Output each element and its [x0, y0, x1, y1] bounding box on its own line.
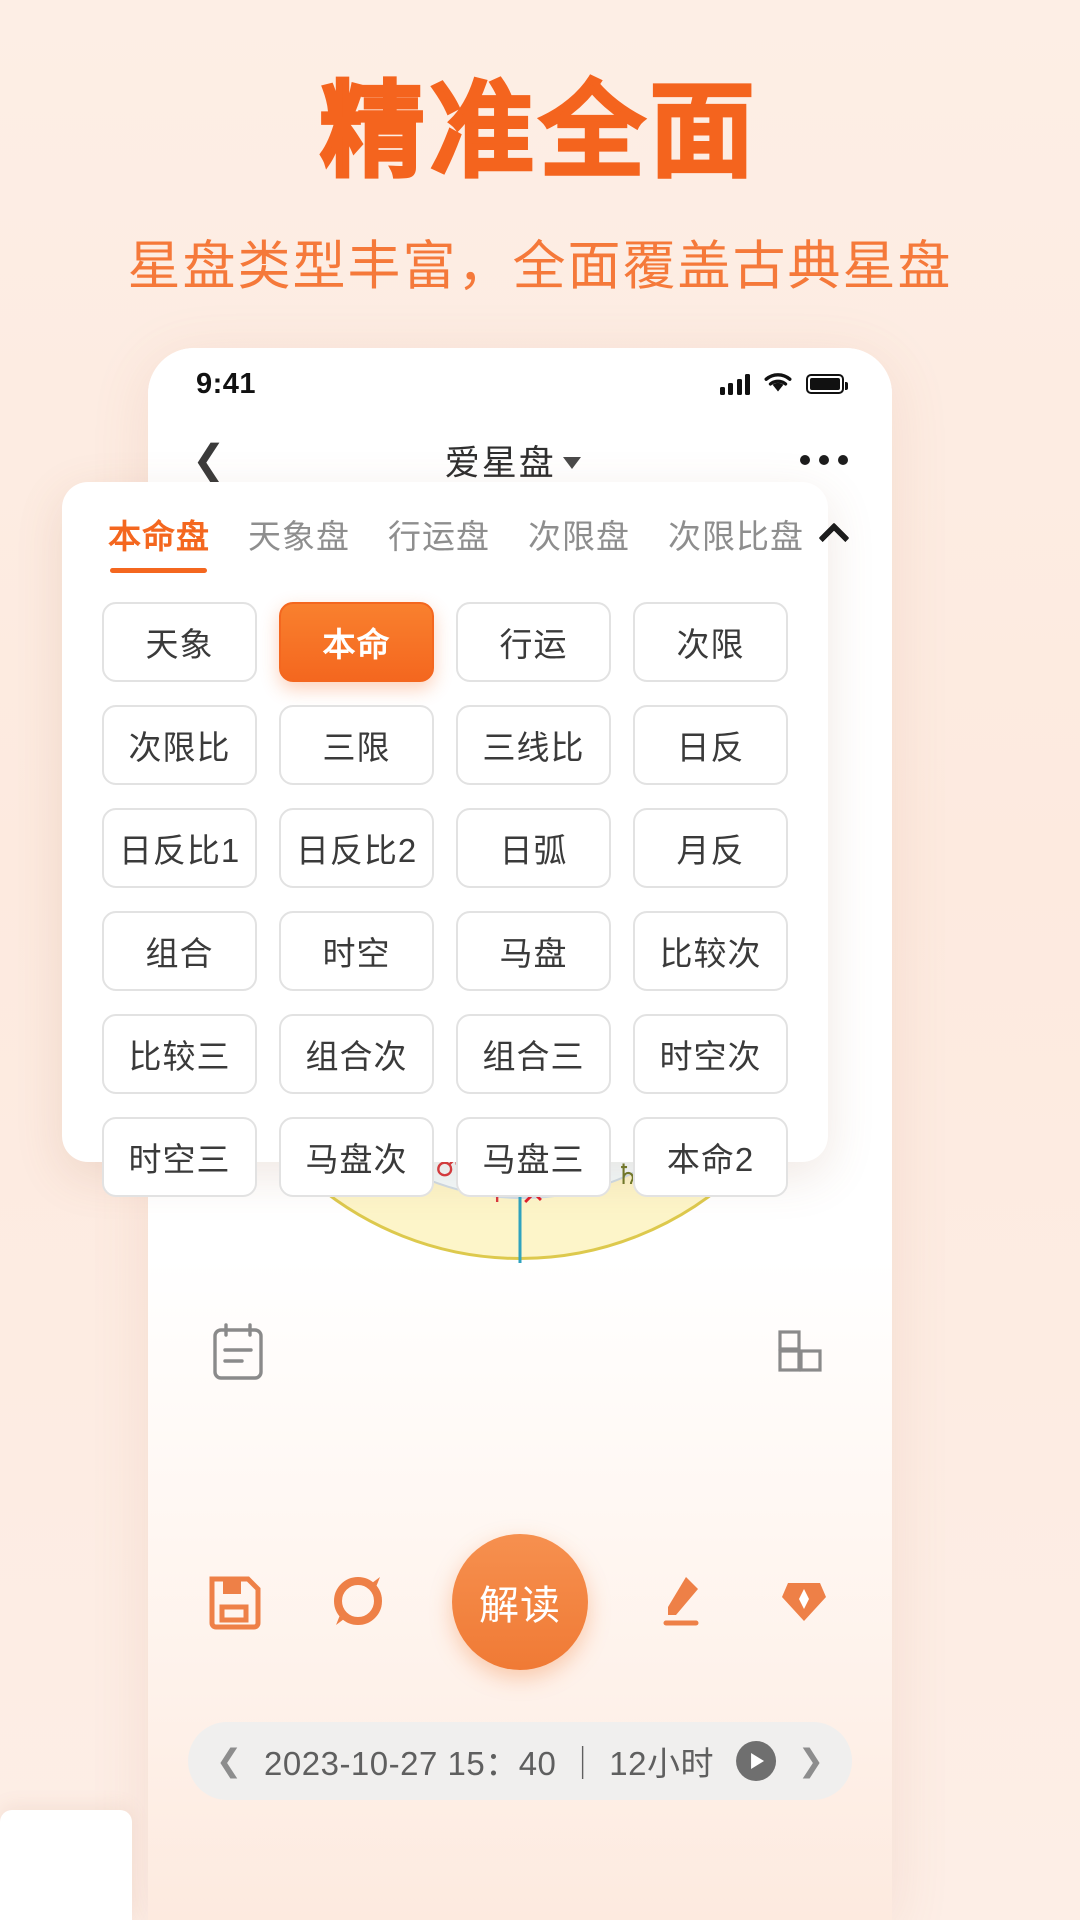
status-time: 9:41 — [196, 367, 257, 400]
page-subtitle: 星盘类型丰富，全面覆盖古典星盘 — [127, 237, 953, 297]
tab-xingyunpan[interactable]: 行运盘 — [369, 510, 509, 558]
bottom-action-bar: 解读 — [148, 1512, 892, 1692]
gem-icon[interactable] — [774, 1571, 836, 1633]
chart-type-cell[interactable]: 本命2 — [633, 1117, 788, 1197]
chart-type-cell[interactable]: 比较三 — [102, 1014, 257, 1094]
chart-type-label: 马盘次 — [305, 1141, 408, 1178]
chart-type-cell[interactable]: 三线比 — [456, 705, 611, 785]
chart-type-label: 组合 — [145, 935, 214, 972]
pen-icon[interactable] — [650, 1571, 712, 1633]
triangle-down-icon — [562, 456, 581, 469]
tab-bencepan[interactable]: 本命盘 — [94, 510, 229, 573]
chart-type-tabs: 本命盘 天象盘 行运盘 次限盘 次限比盘 — [94, 482, 850, 580]
chart-type-cell[interactable]: 比较次 — [633, 911, 788, 991]
chart-type-cell[interactable]: 组合次 — [279, 1014, 434, 1094]
chart-type-label: 马盘三 — [482, 1141, 585, 1178]
chart-type-label: 天象 — [145, 626, 214, 663]
chart-type-label: 组合次 — [305, 1038, 408, 1075]
promo-header: 精准全面 星盘类型丰富，全面覆盖古典星盘 — [0, 0, 1080, 299]
date-navigator[interactable]: ❮ 2023-10-27 15：40 ｜ 12小时 ❯ — [188, 1722, 852, 1800]
date-prev-button[interactable]: ❮ — [216, 1743, 242, 1779]
chart-type-cell[interactable]: 组合 — [102, 911, 257, 991]
chart-type-label: 三线比 — [482, 729, 585, 766]
chart-type-cell[interactable]: 行运 — [456, 602, 611, 682]
chart-type-label: 行运 — [499, 626, 568, 663]
interpret-button[interactable]: 解读 — [452, 1534, 588, 1670]
chart-type-label: 组合三 — [482, 1038, 585, 1075]
chart-type-cell[interactable]: 日反比2 — [279, 808, 434, 888]
chart-type-cell[interactable]: 次限比 — [102, 705, 257, 785]
battery-full-icon — [806, 374, 848, 394]
app-title: 爱星盘 — [444, 443, 556, 483]
page-title: 精准全面 — [318, 74, 760, 190]
status-icons — [719, 371, 848, 398]
clipboard-list-icon[interactable] — [210, 1322, 266, 1382]
chart-type-label: 本命2 — [666, 1141, 755, 1178]
bar-blocks-icon[interactable] — [774, 1322, 830, 1382]
wifi-icon — [763, 371, 793, 398]
chart-type-cell[interactable]: 时空 — [279, 911, 434, 991]
chart-type-label: 次限比 — [128, 729, 231, 766]
chart-type-label: 三限 — [322, 729, 391, 766]
chart-type-label: 日反 — [676, 729, 745, 766]
chart-type-label: 时空次 — [659, 1038, 762, 1075]
tab-tianxiangpan[interactable]: 天象盘 — [229, 510, 369, 558]
tab-cixianbipan[interactable]: 次限比盘 — [649, 510, 823, 558]
chart-type-cell[interactable]: 马盘次 — [279, 1117, 434, 1197]
chart-type-label: 比较次 — [659, 935, 762, 972]
app-title-dropdown[interactable]: 爱星盘 — [445, 435, 581, 486]
chart-type-cell[interactable]: 组合三 — [456, 1014, 611, 1094]
chart-type-label: 日弧 — [499, 832, 568, 869]
chart-type-cell[interactable]: 时空次 — [633, 1014, 788, 1094]
chart-type-label: 日反比2 — [295, 832, 418, 869]
back-button[interactable]: ❮ — [192, 440, 226, 480]
chart-type-cell[interactable]: 三限 — [279, 705, 434, 785]
compass-icon[interactable] — [328, 1571, 390, 1633]
status-bar: 9:41 — [148, 348, 892, 420]
chart-type-panel: 本命盘 天象盘 行运盘 次限盘 次限比盘 天象 本命 行运 次限次限比 三限 三线比 日反日… — [62, 482, 850, 1197]
chart-type-cell[interactable]: 日反 — [633, 705, 788, 785]
corner-card-decoration — [0, 1810, 132, 1920]
chart-type-label: 比较三 — [128, 1038, 231, 1075]
chart-type-label: 时空 — [322, 935, 391, 972]
collapse-panel-button[interactable] — [818, 512, 850, 556]
chart-type-label: 月反 — [676, 832, 745, 869]
chart-type-cell[interactable]: 日反比1 — [102, 808, 257, 888]
chart-type-label: 时空三 — [128, 1141, 231, 1178]
date-value: 2023-10-27 15：40 ｜ 12小时 — [264, 1745, 714, 1782]
chart-type-cell[interactable]: 天象 — [102, 602, 257, 682]
chart-type-label: 本命 — [322, 626, 391, 663]
chart-type-label: 马盘 — [499, 935, 568, 972]
chart-type-label: 次限 — [676, 626, 745, 663]
chart-type-cell[interactable]: 马盘 — [456, 911, 611, 991]
chart-type-cell[interactable]: 马盘三 — [456, 1117, 611, 1197]
chart-type-cell[interactable]: 时空三 — [102, 1117, 257, 1197]
chart-type-label: 日反比1 — [118, 832, 241, 869]
tab-cixianpan[interactable]: 次限盘 — [509, 510, 649, 558]
more-button[interactable] — [800, 455, 848, 465]
chart-type-cell[interactable]: 月反 — [633, 808, 788, 888]
chevron-up-icon — [818, 522, 850, 554]
chart-type-grid: 天象 本命 行运 次限次限比 三限 三线比 日反日反比1 日反比2 日弧 月反组合 时空 马盘 比较次比… — [94, 580, 796, 1197]
signal-bars-icon — [719, 373, 750, 395]
play-icon[interactable] — [735, 1741, 776, 1781]
chart-type-cell[interactable]: 本命 — [279, 602, 434, 682]
save-disk-icon[interactable] — [204, 1571, 266, 1633]
chart-type-cell[interactable]: 次限 — [633, 602, 788, 682]
chart-type-cell[interactable]: 日弧 — [456, 808, 611, 888]
date-next-button[interactable]: ❯ — [798, 1743, 824, 1779]
